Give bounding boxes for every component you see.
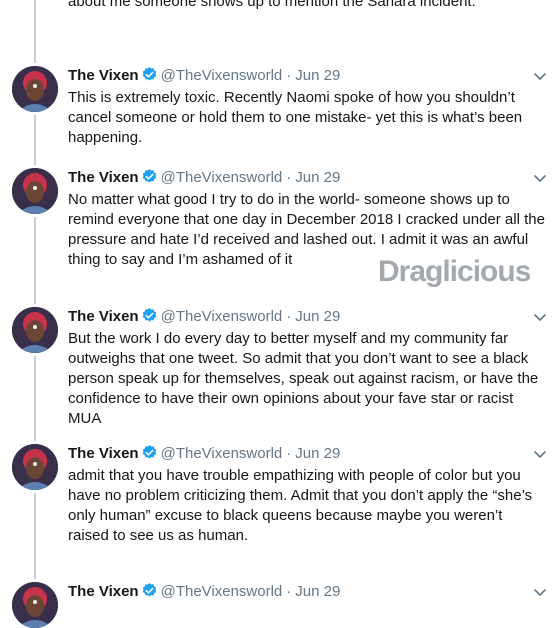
user-handle[interactable]: @TheVixensworld: [161, 308, 283, 325]
previous-tweet-text: about me someone shows up to mention the…: [68, 0, 476, 10]
tweet-date[interactable]: Jun 29: [295, 169, 340, 186]
verified-badge-icon: [141, 66, 158, 89]
chevron-down-icon[interactable]: [532, 446, 548, 462]
chevron-down-icon[interactable]: [532, 170, 548, 186]
separator-dot: ·: [286, 308, 292, 325]
tweet-date[interactable]: Jun 29: [295, 445, 340, 462]
separator-dot: ·: [286, 445, 292, 462]
verified-badge-icon: [141, 444, 158, 467]
tweet-header: The Vixen @TheVixensworld · Jun 29: [68, 66, 340, 86]
tweet-text: admit that you have trouble empathizing …: [68, 467, 533, 544]
tweet-header: The Vixen @TheVixensworld · Jun 29: [68, 444, 340, 464]
user-handle[interactable]: @TheVixensworld: [161, 583, 283, 600]
verified-badge-icon: [141, 307, 158, 330]
chevron-down-icon[interactable]: [532, 584, 548, 600]
tweet-header: The Vixen @TheVixensworld · Jun 29: [68, 307, 340, 327]
tweet-header: The Vixen @TheVixensworld · Jun 29: [68, 168, 340, 188]
display-name[interactable]: The Vixen: [68, 67, 139, 84]
avatar[interactable]: [12, 168, 58, 214]
separator-dot: ·: [286, 169, 292, 186]
separator-dot: ·: [286, 583, 292, 600]
avatar[interactable]: [12, 307, 58, 353]
display-name[interactable]: The Vixen: [68, 169, 139, 186]
tweet-text: But the work I do every day to better my…: [68, 330, 539, 427]
avatar[interactable]: [12, 66, 58, 112]
tweet-text: This is extremely toxic. Recently Naomi …: [68, 89, 523, 146]
verified-badge-icon: [141, 168, 158, 191]
chevron-down-icon[interactable]: [532, 68, 548, 84]
avatar[interactable]: [12, 444, 58, 490]
user-handle[interactable]: @TheVixensworld: [161, 67, 283, 84]
user-handle[interactable]: @TheVixensworld: [161, 445, 283, 462]
tweet-header: The Vixen @TheVixensworld · Jun 29: [68, 582, 340, 602]
verified-badge-icon: [141, 582, 158, 605]
watermark-logo: Draglicious: [378, 255, 531, 288]
avatar[interactable]: [12, 582, 58, 628]
user-handle[interactable]: @TheVixensworld: [161, 169, 283, 186]
tweet-date[interactable]: Jun 29: [295, 67, 340, 84]
tweet-date[interactable]: Jun 29: [295, 308, 340, 325]
display-name[interactable]: The Vixen: [68, 445, 139, 462]
tweet-date[interactable]: Jun 29: [295, 583, 340, 600]
display-name[interactable]: The Vixen: [68, 308, 139, 325]
display-name[interactable]: The Vixen: [68, 583, 139, 600]
chevron-down-icon[interactable]: [532, 309, 548, 325]
separator-dot: ·: [286, 67, 292, 84]
